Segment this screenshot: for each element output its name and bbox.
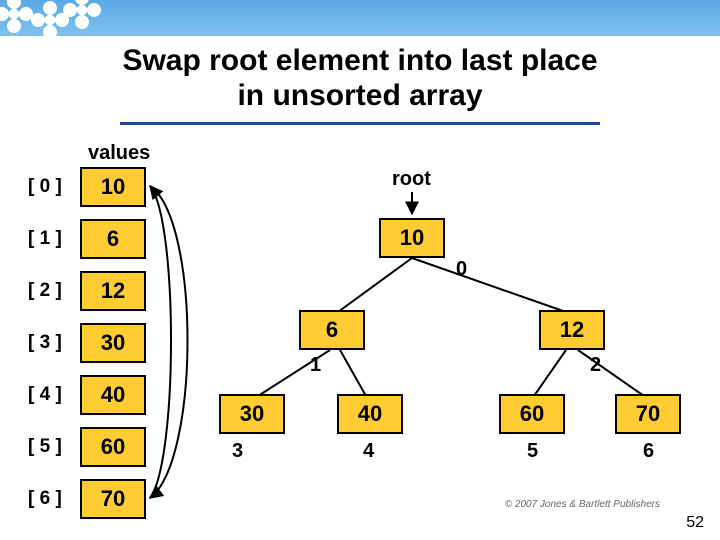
array-row: [ 2 ] 12	[28, 270, 146, 312]
array-index: [ 0 ]	[28, 176, 80, 198]
array-row: [ 6 ] 70	[28, 478, 146, 520]
tree-node-1: 6	[299, 310, 365, 350]
array-index: [ 2 ]	[28, 280, 80, 302]
array-index: [ 4 ]	[28, 384, 80, 406]
tree-index-5: 5	[527, 440, 538, 463]
title-line-1: Swap root element into last place	[122, 44, 597, 77]
array-table: [ 0 ] 10 [ 1 ] 6 [ 2 ] 12 [ 3 ] 30 [ 4 ]…	[28, 166, 146, 530]
title-line-2: in unsorted array	[237, 79, 482, 112]
array-index: [ 3 ]	[28, 332, 80, 354]
copyright-text: © 2007 Jones & Bartlett Publishers	[505, 499, 660, 510]
tree-node-4: 40	[337, 394, 403, 434]
tree-node-3: 30	[219, 394, 285, 434]
array-cell: 70	[80, 479, 146, 519]
values-label: values	[88, 142, 150, 165]
array-cell: 30	[80, 323, 146, 363]
array-cell: 40	[80, 375, 146, 415]
root-label: root	[392, 168, 431, 191]
slide-title: Swap root element into last place in uns…	[0, 44, 720, 113]
slide-number: 52	[686, 514, 704, 532]
array-cell: 10	[80, 167, 146, 207]
tree-index-0: 0	[456, 258, 467, 281]
flower-icon	[0, 0, 34, 34]
tree-index-1: 1	[310, 354, 321, 377]
array-row: [ 3 ] 30	[28, 322, 146, 364]
array-index: [ 6 ]	[28, 488, 80, 510]
array-index: [ 1 ]	[28, 228, 80, 250]
array-cell: 6	[80, 219, 146, 259]
tree-index-4: 4	[363, 440, 374, 463]
tree-node-6: 70	[615, 394, 681, 434]
array-row: [ 0 ] 10	[28, 166, 146, 208]
title-underline	[120, 122, 600, 125]
array-cell: 12	[80, 271, 146, 311]
tree-index-6: 6	[643, 440, 654, 463]
tree-node-2: 12	[539, 310, 605, 350]
tree-index-2: 2	[590, 354, 601, 377]
array-row: [ 4 ] 40	[28, 374, 146, 416]
tree-node-5: 60	[499, 394, 565, 434]
array-cell: 60	[80, 427, 146, 467]
array-row: [ 5 ] 60	[28, 426, 146, 468]
tree-index-3: 3	[232, 440, 243, 463]
array-index: [ 5 ]	[28, 436, 80, 458]
banner-stripe	[0, 0, 720, 36]
tree-node-0: 10	[379, 218, 445, 258]
array-row: [ 1 ] 6	[28, 218, 146, 260]
